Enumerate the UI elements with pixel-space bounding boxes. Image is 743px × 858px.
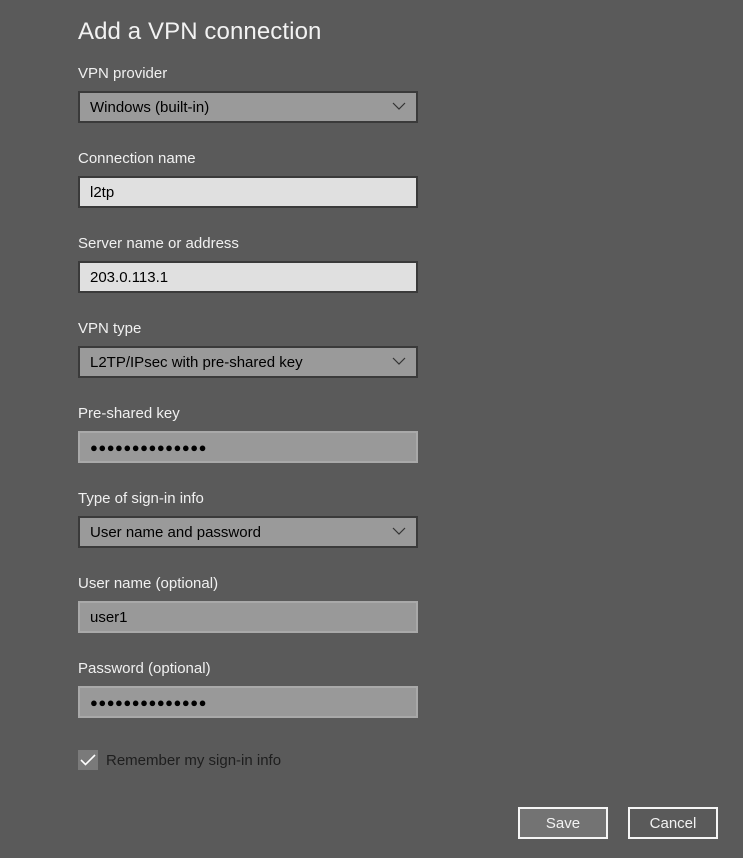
remember-sign-in-checkbox[interactable] xyxy=(78,750,98,770)
sign-in-type-dropdown[interactable]: User name and password xyxy=(78,516,418,548)
sign-in-type-field: Type of sign-in info User name and passw… xyxy=(78,489,418,548)
server-label: Server name or address xyxy=(78,235,239,252)
sign-in-type-label: Type of sign-in info xyxy=(78,490,204,507)
vpn-provider-field: VPN provider Windows (built-in) xyxy=(78,64,418,123)
pre-shared-key-masked: ●●●●●●●●●●●●●● xyxy=(90,439,207,455)
password-masked: ●●●●●●●●●●●●●● xyxy=(90,694,207,710)
dialog-title: Add a VPN connection xyxy=(78,18,322,45)
server-field: Server name or address 203.0.113.1 xyxy=(78,234,418,293)
cancel-button[interactable]: Cancel xyxy=(628,807,718,839)
pre-shared-key-input[interactable]: ●●●●●●●●●●●●●● xyxy=(78,431,418,463)
chevron-down-icon xyxy=(392,527,406,535)
server-value: 203.0.113.1 xyxy=(90,268,169,286)
username-field: User name (optional) user1 xyxy=(78,574,418,633)
connection-name-label: Connection name xyxy=(78,150,196,167)
checkmark-icon xyxy=(80,754,96,766)
vpn-type-value: L2TP/IPsec with pre-shared key xyxy=(90,353,303,371)
vpn-provider-label: VPN provider xyxy=(78,65,168,82)
chevron-down-icon xyxy=(392,102,406,110)
chevron-down-icon xyxy=(392,357,406,365)
username-value: user1 xyxy=(90,608,128,626)
password-input[interactable]: ●●●●●●●●●●●●●● xyxy=(78,686,418,718)
vpn-type-field: VPN type L2TP/IPsec with pre-shared key xyxy=(78,319,418,378)
pre-shared-key-label: Pre-shared key xyxy=(78,405,180,422)
connection-name-input[interactable]: l2tp xyxy=(78,176,418,208)
username-input[interactable]: user1 xyxy=(78,601,418,633)
remember-sign-in-row[interactable]: Remember my sign-in info xyxy=(78,750,281,770)
password-field: Password (optional) ●●●●●●●●●●●●●● xyxy=(78,659,418,718)
vpn-provider-value: Windows (built-in) xyxy=(90,98,210,116)
connection-name-field: Connection name l2tp xyxy=(78,149,418,208)
vpn-provider-dropdown[interactable]: Windows (built-in) xyxy=(78,91,418,123)
remember-sign-in-label: Remember my sign-in info xyxy=(106,751,282,769)
save-button[interactable]: Save xyxy=(518,807,608,839)
vpn-type-dropdown[interactable]: L2TP/IPsec with pre-shared key xyxy=(78,346,418,378)
server-input[interactable]: 203.0.113.1 xyxy=(78,261,418,293)
sign-in-type-value: User name and password xyxy=(90,523,261,541)
username-label: User name (optional) xyxy=(78,575,219,592)
connection-name-value: l2tp xyxy=(90,183,115,201)
vpn-type-label: VPN type xyxy=(78,320,142,337)
password-label: Password (optional) xyxy=(78,660,211,677)
pre-shared-key-field: Pre-shared key ●●●●●●●●●●●●●● xyxy=(78,404,418,463)
